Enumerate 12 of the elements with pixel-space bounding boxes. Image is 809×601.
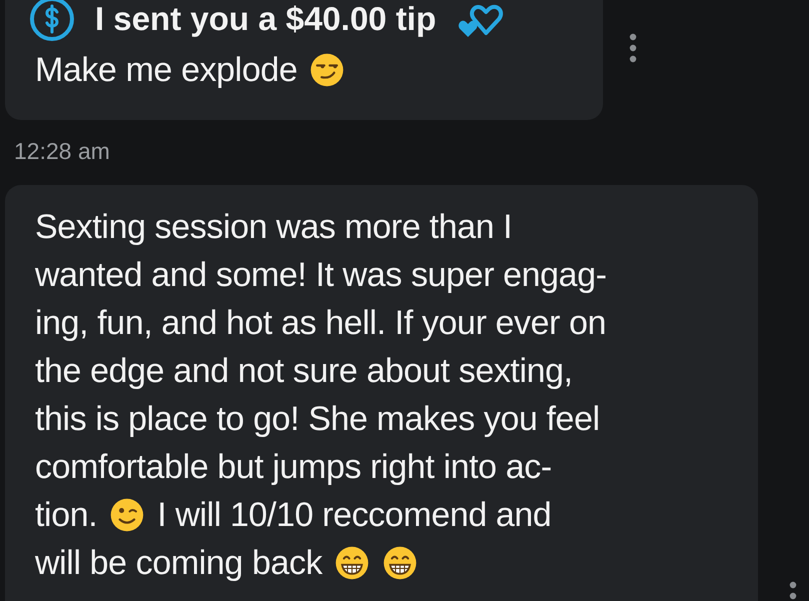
message-text: the edge and not sure about sexting, — [35, 352, 573, 390]
message-text: tion. — [35, 496, 98, 534]
message-text: will be coming back — [35, 544, 322, 582]
tip-text: I sent you a $40.00 tip — [95, 0, 436, 38]
message-text: Make me explode — [35, 50, 298, 90]
message-text: Sexting session was more than I — [35, 208, 512, 246]
message-text: this is place to go! She makes you feel — [35, 400, 600, 438]
message-text: wanted and some! It was super engag- — [35, 256, 607, 294]
message-text: comfortable but jumps right into ac- — [35, 448, 552, 486]
message-time: 12:28 am — [13, 137, 111, 166]
message-text: ing, fun, and hot as hell. If your ever on — [35, 304, 606, 342]
message-text: I will 10/10 reccomend and — [157, 496, 552, 534]
